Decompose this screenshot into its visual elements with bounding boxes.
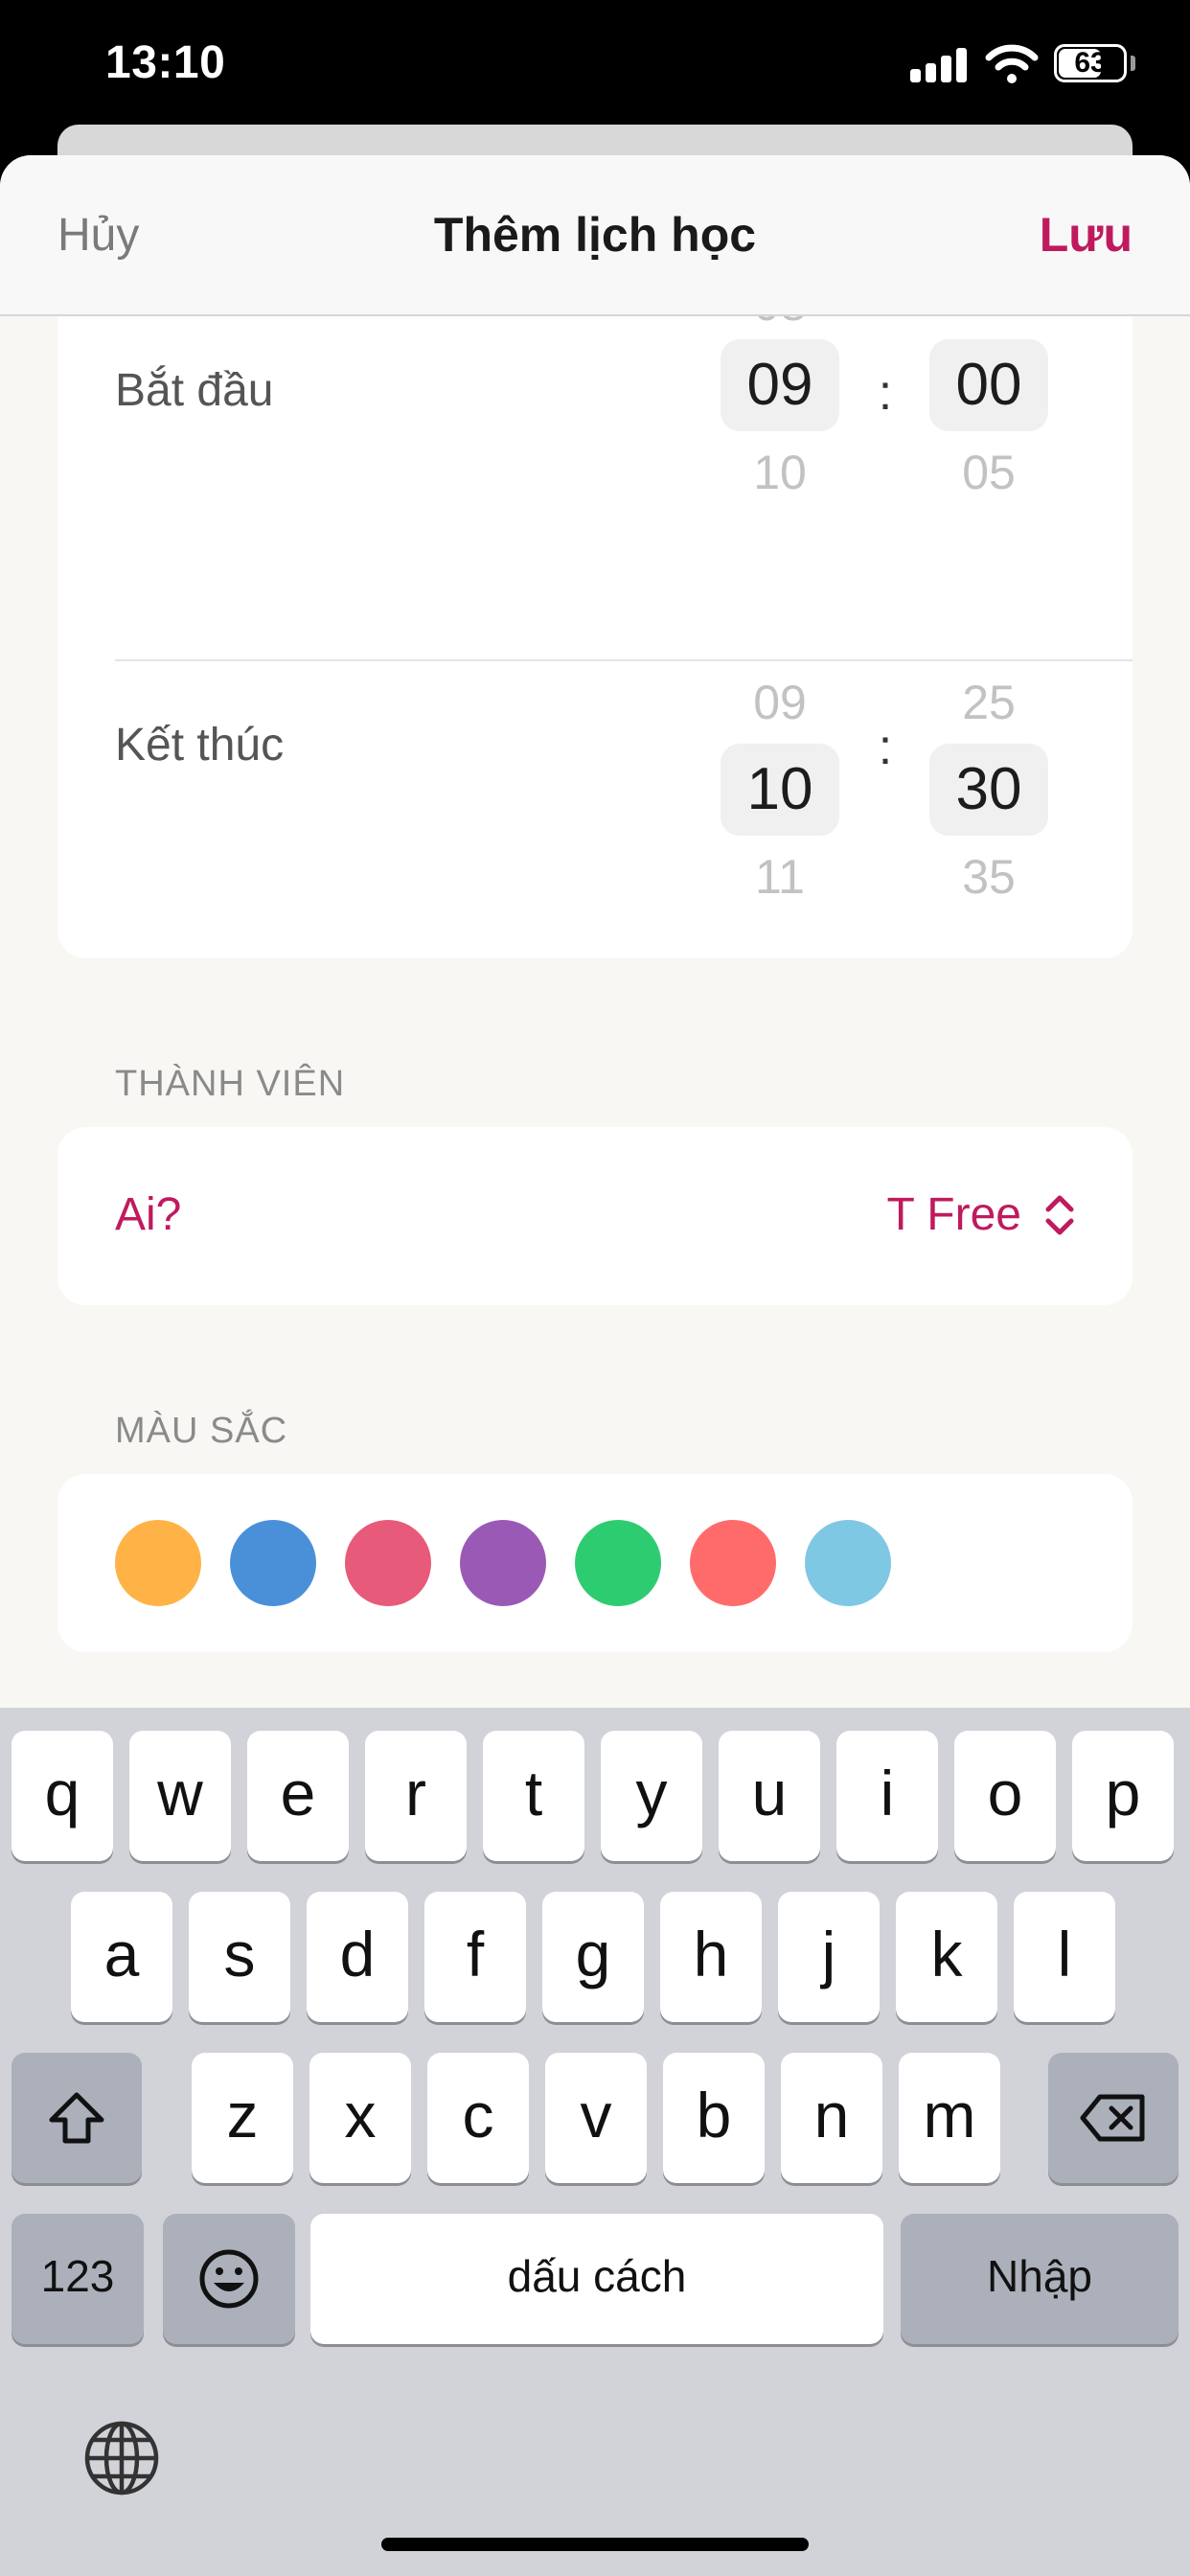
key-n[interactable]: n (781, 2053, 882, 2183)
key-a[interactable]: a (71, 1892, 172, 2022)
page-title: Thêm lịch học (433, 208, 757, 262)
key-v[interactable]: v (545, 2053, 647, 2183)
member-label: Ai? (115, 1189, 182, 1240)
nav-bar: Hủy Thêm lịch học Lưu (0, 155, 1190, 316)
key-x[interactable]: x (309, 2053, 411, 2183)
home-indicator (381, 2538, 809, 2551)
space-key[interactable]: dấu cách (310, 2214, 883, 2344)
end-hour-prev: 09 (753, 676, 807, 729)
end-minute-selected: 30 (929, 744, 1048, 836)
key-t[interactable]: t (483, 1731, 584, 1861)
key-b[interactable]: b (663, 2053, 765, 2183)
start-colon: : (878, 365, 893, 421)
key-k[interactable]: k (896, 1892, 997, 2022)
end-hour-picker[interactable]: 09 10 11 (721, 661, 839, 918)
member-selector[interactable]: Ai? T Free (57, 1127, 1133, 1305)
key-s[interactable]: s (189, 1892, 290, 2022)
end-label: Kết thúc (115, 720, 285, 770)
emoji-key[interactable] (163, 2214, 295, 2344)
key-u[interactable]: u (719, 1731, 820, 1861)
start-minute-selected: 00 (929, 339, 1048, 431)
status-bar: 13:10 63 (0, 0, 1190, 129)
key-j[interactable]: j (778, 1892, 880, 2022)
color-swatch[interactable] (345, 1520, 431, 1606)
start-minute-next: 05 (962, 446, 1016, 499)
color-swatch[interactable] (575, 1520, 661, 1606)
color-picker (57, 1474, 1133, 1652)
key-p[interactable]: p (1072, 1731, 1174, 1861)
shift-icon (49, 2092, 104, 2144)
numbers-key[interactable]: 123 (11, 2214, 144, 2344)
end-minute-next: 35 (962, 850, 1016, 904)
key-c[interactable]: c (427, 2053, 529, 2183)
delete-icon (1080, 2094, 1145, 2142)
key-l[interactable]: l (1014, 1892, 1115, 2022)
key-e[interactable]: e (247, 1731, 349, 1861)
key-h[interactable]: h (660, 1892, 762, 2022)
color-swatch[interactable] (460, 1520, 546, 1606)
globe-icon[interactable] (82, 2419, 161, 2497)
start-minute-picker[interactable]: 00 05 (929, 289, 1048, 514)
status-time: 13:10 (105, 37, 226, 88)
key-f[interactable]: f (424, 1892, 526, 2022)
enter-key[interactable]: Nhập (901, 2214, 1179, 2344)
key-r[interactable]: r (365, 1731, 467, 1861)
key-y[interactable]: y (601, 1731, 702, 1861)
chevron-up-down-icon (1045, 1195, 1074, 1235)
color-swatch[interactable] (230, 1520, 316, 1606)
key-o[interactable]: o (954, 1731, 1056, 1861)
member-value: T Free (886, 1189, 1021, 1240)
start-hour-selected: 09 (721, 339, 839, 431)
keyboard: 123 dấu cách Nhập qwertyuiop asdfghjkl zxc… (0, 1708, 1190, 2576)
key-q[interactable]: q (11, 1731, 113, 1861)
color-swatch[interactable] (115, 1520, 201, 1606)
time-card: Bắt đầu 08 09 10 : 00 05 Kết thúc 09 10 … (57, 280, 1133, 958)
colors-section-label: MÀU SẮC (115, 1411, 288, 1451)
end-minute-prev: 25 (962, 676, 1016, 729)
key-w[interactable]: w (129, 1731, 231, 1861)
key-m[interactable]: m (899, 2053, 1000, 2183)
end-colon: : (878, 720, 893, 775)
emoji-icon (199, 2249, 259, 2309)
key-z[interactable]: z (192, 2053, 293, 2183)
color-swatch[interactable] (690, 1520, 776, 1606)
save-button[interactable]: Lưu (1040, 207, 1133, 263)
battery-level: 63 (1074, 47, 1107, 79)
key-g[interactable]: g (542, 1892, 644, 2022)
shift-key[interactable] (11, 2053, 142, 2183)
end-hour-selected: 10 (721, 744, 839, 836)
battery-icon: 63 (1054, 44, 1127, 82)
battery-nub (1131, 56, 1135, 71)
start-hour-next: 10 (753, 446, 807, 499)
color-swatch[interactable] (805, 1520, 891, 1606)
wifi-icon (985, 44, 1039, 83)
start-label: Bắt đầu (115, 365, 274, 416)
delete-key[interactable] (1048, 2053, 1179, 2183)
end-minute-picker[interactable]: 25 30 35 (929, 661, 1048, 918)
members-section-label: THÀNH VIÊN (115, 1064, 346, 1104)
end-hour-next: 11 (755, 850, 805, 904)
key-i[interactable]: i (836, 1731, 938, 1861)
start-hour-picker[interactable]: 08 09 10 (721, 280, 839, 514)
cellular-signal-icon (910, 48, 968, 82)
key-d[interactable]: d (307, 1892, 408, 2022)
